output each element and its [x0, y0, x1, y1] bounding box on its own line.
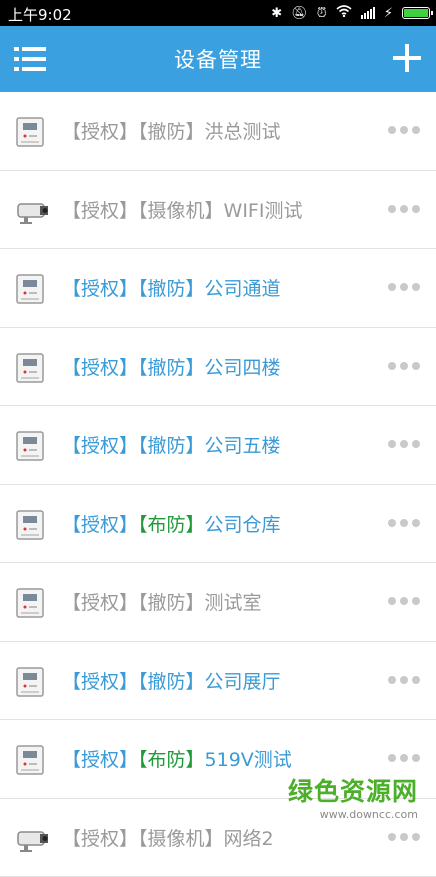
alarm-panel-icon	[14, 352, 46, 384]
device-name: 洪总测试	[205, 121, 281, 143]
mute-icon: 🔕︎	[291, 6, 308, 21]
camera-icon	[14, 195, 46, 227]
more-options-icon[interactable]	[388, 597, 420, 605]
auth-tag: 【授权】	[62, 278, 138, 300]
mode-tag: 【撤防】	[138, 592, 205, 614]
device-label: 【授权】【布防】519V测试	[62, 745, 292, 772]
device-name: 公司仓库	[205, 514, 281, 536]
auth-tag: 【授权】	[62, 121, 138, 143]
camera-icon	[14, 823, 46, 855]
device-row[interactable]: 【授权】【摄像机】WIFI测试	[0, 171, 436, 250]
device-name: 测试室	[205, 592, 262, 614]
device-name: 公司四楼	[205, 357, 281, 379]
page-title: 设备管理	[174, 44, 262, 74]
device-label: 【授权】【撤防】测试室	[62, 588, 262, 615]
battery-icon	[402, 7, 430, 19]
mode-tag: 【撤防】	[138, 357, 205, 379]
mode-tag: 【撤防】	[138, 671, 205, 693]
watermark-url: www.downcc.com	[288, 808, 418, 821]
watermark-text: 绿色资源网	[288, 772, 418, 808]
device-label: 【授权】【摄像机】网络2	[62, 824, 274, 851]
bluetooth-icon: ✱	[271, 6, 282, 21]
auth-tag: 【授权】	[62, 592, 138, 614]
auth-tag: 【授权】	[62, 749, 138, 771]
more-options-icon[interactable]	[388, 833, 420, 841]
auth-tag: 【授权】	[62, 435, 138, 457]
device-row[interactable]: 【授权】【撤防】洪总测试	[0, 92, 436, 171]
device-name: 公司通道	[205, 278, 281, 300]
alarm-panel-icon	[14, 116, 46, 148]
more-options-icon[interactable]	[388, 205, 420, 213]
auth-tag: 【授权】	[62, 200, 138, 222]
watermark: 绿色资源网 www.downcc.com	[288, 772, 418, 821]
mode-tag: 【撤防】	[138, 121, 205, 143]
device-label: 【授权】【撤防】公司展厅	[62, 667, 281, 694]
device-label: 【授权】【撤防】公司四楼	[62, 353, 281, 380]
list-menu-icon[interactable]	[14, 44, 46, 74]
more-options-icon[interactable]	[388, 440, 420, 448]
device-label: 【授权】【撤防】洪总测试	[62, 117, 281, 144]
device-row[interactable]: 【授权】【撤防】公司通道	[0, 249, 436, 328]
device-name: 公司展厅	[205, 671, 281, 693]
more-options-icon[interactable]	[388, 676, 420, 684]
device-name: 公司五楼	[205, 435, 281, 457]
auth-tag: 【授权】	[62, 514, 138, 536]
device-label: 【授权】【布防】公司仓库	[62, 510, 281, 537]
device-name: WIFI测试	[224, 200, 303, 222]
more-options-icon[interactable]	[388, 519, 420, 527]
wifi-icon	[336, 5, 352, 21]
app-header: 设备管理	[0, 26, 436, 92]
status-time: 上午9:02	[8, 4, 72, 25]
auth-tag: 【授权】	[62, 357, 138, 379]
alarm-panel-icon	[14, 509, 46, 541]
alarm-panel-icon	[14, 744, 46, 776]
mode-tag: 【撤防】	[138, 435, 205, 457]
charging-icon: ⚡︎	[384, 6, 393, 21]
signal-icon	[361, 7, 375, 19]
device-label: 【授权】【撤防】公司通道	[62, 274, 281, 301]
more-options-icon[interactable]	[388, 754, 420, 762]
device-row[interactable]: 【授权】【布防】公司仓库	[0, 485, 436, 564]
device-row[interactable]: 【授权】【撤防】公司四楼	[0, 328, 436, 407]
mode-tag: 【布防】	[138, 514, 205, 536]
device-label: 【授权】【撤防】公司五楼	[62, 431, 281, 458]
alarm-panel-icon	[14, 273, 46, 305]
device-row[interactable]: 【授权】【撤防】公司展厅	[0, 642, 436, 721]
device-row[interactable]: 【授权】【撤防】公司五楼	[0, 406, 436, 485]
alarm-panel-icon	[14, 587, 46, 619]
status-bar: 上午9:02 ✱ 🔕︎ ⏰︎ ⚡︎	[0, 0, 436, 26]
device-name: 519V测试	[205, 749, 292, 771]
plus-icon[interactable]	[392, 43, 422, 73]
alarm-panel-icon	[14, 430, 46, 462]
mode-tag: 【布防】	[138, 749, 205, 771]
device-row[interactable]: 【授权】【撤防】测试室	[0, 563, 436, 642]
status-icons: ✱ 🔕︎ ⏰︎ ⚡︎	[271, 5, 430, 21]
more-options-icon[interactable]	[388, 362, 420, 370]
alarm-panel-icon	[14, 666, 46, 698]
mode-tag: 【撤防】	[138, 278, 205, 300]
more-options-icon[interactable]	[388, 283, 420, 291]
more-options-icon[interactable]	[388, 126, 420, 134]
mode-tag: 【摄像机】	[138, 200, 224, 222]
device-list: 【授权】【撤防】洪总测试【授权】【摄像机】WIFI测试【授权】【撤防】公司通道【…	[0, 92, 436, 877]
device-label: 【授权】【摄像机】WIFI测试	[62, 196, 302, 223]
auth-tag: 【授权】	[62, 671, 138, 693]
alarm-clock-icon: ⏰︎	[317, 6, 327, 21]
